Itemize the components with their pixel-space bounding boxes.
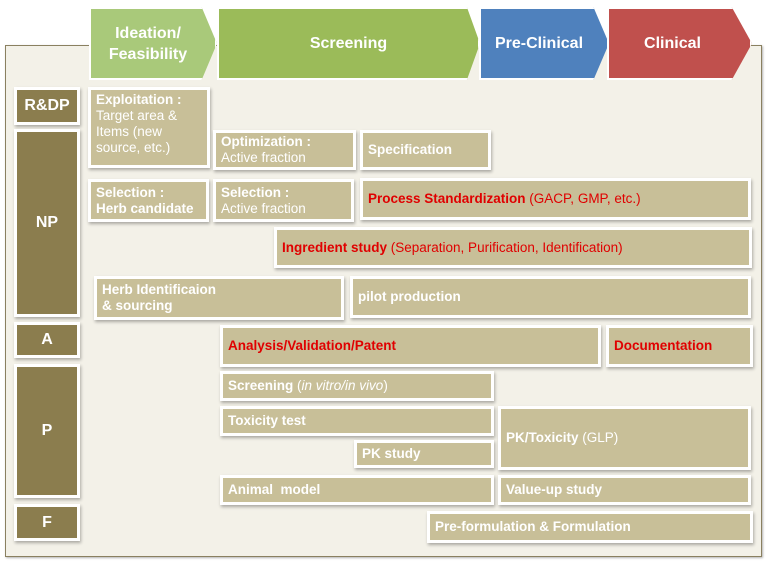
row-label-p: P xyxy=(14,364,80,498)
box-title: Specification xyxy=(368,142,453,157)
box-title: Ingredient study xyxy=(282,239,388,255)
box-screening: Screening (in vitro/in vivo) xyxy=(220,371,494,401)
box-optimization: Optimization : Active fraction xyxy=(213,130,356,170)
box-title: PK study xyxy=(362,446,421,461)
box-ingredient-study: Ingredient study (Separation, Purificati… xyxy=(274,227,752,268)
box-title: Optimization : xyxy=(221,134,311,149)
box-title: Process Standardization xyxy=(368,191,526,206)
box-title: Screening xyxy=(228,378,294,393)
box-exploitation: Exploitation : Target area & Items (new … xyxy=(88,87,210,168)
box-selection-herb: Selection : Herb candidate xyxy=(88,179,209,222)
box-text: (GLP) xyxy=(578,430,619,445)
box-value-up-study: Value-up study xyxy=(498,475,751,505)
box-herb-identification: Herb Identificaion & sourcing xyxy=(94,276,344,320)
box-pk-study: PK study xyxy=(354,440,494,468)
phase-clinical: Clinical xyxy=(607,7,752,80)
box-title: & sourcing xyxy=(102,298,173,313)
box-formulation: Pre-formulation & Formulation xyxy=(427,511,753,543)
box-text: Active fraction xyxy=(221,200,306,216)
phase-label: Ideation/ Feasibility xyxy=(108,24,188,63)
box-title: Herb candidate xyxy=(96,200,194,216)
box-title: Value-up study xyxy=(506,482,603,497)
box-title: PK/Toxicity xyxy=(506,430,579,445)
row-label-np: NP xyxy=(14,129,80,317)
box-documentation: Documentation xyxy=(606,325,753,367)
box-text: Active fraction xyxy=(221,150,306,165)
phase-ideation: Ideation/ Feasibility xyxy=(89,7,217,80)
box-text: in vitro/in vivo xyxy=(301,378,384,393)
box-analysis: Analysis/Validation/Patent xyxy=(220,325,601,367)
box-text: ( xyxy=(293,378,302,393)
box-text: Target area & Items (new source, etc.) xyxy=(96,108,178,155)
box-title: pilot production xyxy=(358,289,461,304)
box-title: Documentation xyxy=(614,338,713,353)
box-title: Pre-formulation & Formulation xyxy=(435,519,631,534)
box-toxicity-test: Toxicity test xyxy=(220,406,494,436)
box-process-standardization: Process Standardization (GACP, GMP, etc.… xyxy=(360,178,751,220)
phase-screening: Screening xyxy=(217,7,480,80)
box-title: Animal model xyxy=(228,482,321,497)
box-text: (GACP, GMP, etc.) xyxy=(525,191,641,206)
box-title: Herb Identificaion xyxy=(102,282,217,297)
box-animal-model: Animal model xyxy=(220,475,494,505)
box-text: ) xyxy=(383,378,388,393)
box-title: Toxicity test xyxy=(228,413,306,428)
phase-label: Screening xyxy=(309,35,388,52)
box-title: Selection : xyxy=(221,184,290,200)
phase-preclinical: Pre-Clinical xyxy=(479,7,609,80)
row-label-a: A xyxy=(14,322,80,358)
row-label-f: F xyxy=(14,504,80,541)
box-text: (Separation, Purification, Identificatio… xyxy=(387,239,623,255)
row-label-rdp: R&DP xyxy=(14,87,80,125)
box-specification: Specification xyxy=(360,130,491,170)
box-pk-toxicity: PK/Toxicity (GLP) xyxy=(498,406,751,470)
box-title: Exploitation : xyxy=(96,92,182,107)
box-pilot-production: pilot production xyxy=(350,276,751,318)
box-selection-active: Selection : Active fraction xyxy=(213,179,354,222)
box-title: Analysis/Validation/Patent xyxy=(228,338,397,353)
phase-label: Clinical xyxy=(644,35,701,52)
box-title: Selection : xyxy=(96,184,165,200)
phase-label: Pre-Clinical xyxy=(494,35,584,52)
